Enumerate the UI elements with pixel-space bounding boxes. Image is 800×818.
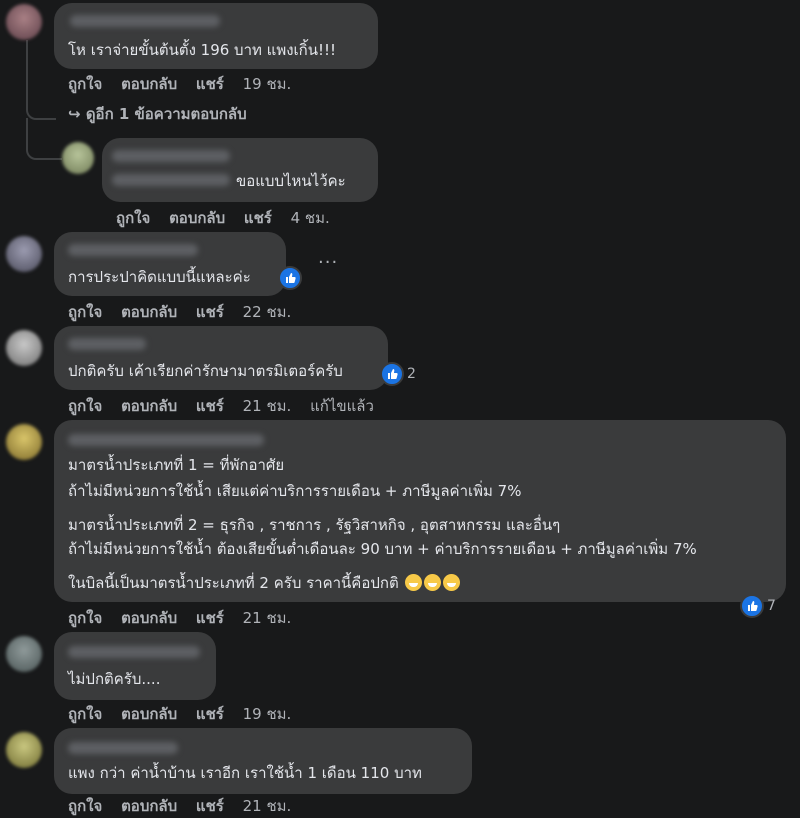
comment-bubble: การประปาคิดแบบนี้แหละค่ะ — [54, 232, 286, 296]
comment-text: ไม่ปกติครับ.... — [68, 670, 161, 688]
comment-text-line: ในบิลนี้เป็นมาตรน้ำประเภทที่ 2 ครับ ราคา… — [68, 572, 461, 594]
avatar[interactable] — [6, 4, 42, 40]
reply-button[interactable]: ตอบกลับ — [121, 705, 177, 723]
reaction-number: 7 — [767, 598, 776, 614]
commenter-name[interactable] — [112, 174, 230, 186]
like-button[interactable]: ถูกใจ — [68, 397, 102, 415]
commenter-name[interactable] — [68, 742, 178, 754]
thread-line — [26, 118, 62, 160]
timestamp[interactable]: 19 ชม. — [243, 75, 292, 93]
comment-text: การประปาคิดแบบนี้แหละค่ะ — [68, 268, 251, 286]
comment-actions: ถูกใจ ตอบกลับ แชร์ 22 ชม. — [68, 300, 305, 324]
reply-arrow-icon: ↪ — [68, 105, 81, 123]
timestamp[interactable]: 19 ชม. — [243, 705, 292, 723]
like-button[interactable]: ถูกใจ — [68, 75, 102, 93]
comment-text-line: มาตรน้ำประเภทที่ 1 = ที่พักอาศัย — [68, 456, 285, 474]
commenter-name[interactable] — [70, 15, 220, 27]
like-button[interactable]: ถูกใจ — [68, 609, 102, 627]
comment-bubble: โห เราจ่ายขั้นต้นตั้ง 196 บาท แพงเกิ้น!!… — [54, 3, 378, 69]
timestamp[interactable]: 22 ชม. — [243, 303, 292, 321]
comment-actions: ถูกใจ ตอบกลับ แชร์ 21 ชม. แก้ไขแล้ว — [68, 394, 388, 418]
avatar[interactable] — [6, 236, 42, 272]
comment-text: ปกติครับ เค้าเรียกค่ารักษามาตรมิเตอร์ครั… — [68, 362, 343, 380]
thread-line — [26, 40, 56, 120]
comment-text: แพง กว่า ค่าน้ำบ้าน เราอีก เราใช้น้ำ 1 เ… — [68, 764, 422, 782]
comment-actions: ถูกใจ ตอบกลับ แชร์ 21 ชม. — [68, 606, 305, 630]
comment-text-line: ถ้าไม่มีหน่วยการใช้น้ำ เสียแต่ค่าบริการร… — [68, 482, 522, 500]
share-button[interactable]: แชร์ — [196, 75, 224, 93]
reply-button[interactable]: ตอบกลับ — [121, 609, 177, 627]
reply-button[interactable]: ตอบกลับ — [121, 75, 177, 93]
share-button[interactable]: แชร์ — [196, 705, 224, 723]
like-reaction-icon — [278, 266, 302, 290]
comment-bubble: แพง กว่า ค่าน้ำบ้าน เราอีก เราใช้น้ำ 1 เ… — [54, 728, 472, 794]
avatar[interactable] — [6, 330, 42, 366]
timestamp[interactable]: 21 ชม. — [243, 397, 292, 415]
reaction-count[interactable]: 7 — [740, 594, 776, 618]
grin-emoji-icon — [405, 574, 423, 591]
comment-bubble: ไม่ปกติครับ.... — [54, 632, 216, 700]
share-button[interactable]: แชร์ — [196, 797, 224, 815]
share-button[interactable]: แชร์ — [196, 609, 224, 627]
comment-actions: ถูกใจ ตอบกลับ แชร์ 19 ชม. — [68, 72, 305, 96]
avatar[interactable] — [62, 142, 94, 174]
reaction-number: 2 — [407, 366, 416, 382]
comment-actions: ถูกใจ ตอบกลับ แชร์ 19 ชม. — [68, 702, 305, 726]
reply-button[interactable]: ตอบกลับ — [169, 209, 225, 227]
comment-bubble: ขอแบบไหนไว้คะ — [102, 138, 378, 202]
reaction-count[interactable]: 2 — [380, 362, 416, 386]
comment-bubble: ปกติครับ เค้าเรียกค่ารักษามาตรมิเตอร์ครั… — [54, 326, 388, 390]
like-button[interactable]: ถูกใจ — [116, 209, 150, 227]
comment-bubble: มาตรน้ำประเภทที่ 1 = ที่พักอาศัย ถ้าไม่ม… — [54, 420, 786, 602]
view-more-replies[interactable]: ↪ ดูอีก 1 ข้อความตอบกลับ — [68, 102, 247, 126]
commenter-name[interactable] — [112, 150, 230, 162]
like-button[interactable]: ถูกใจ — [68, 797, 102, 815]
commenter-name[interactable] — [68, 434, 264, 446]
share-button[interactable]: แชร์ — [196, 303, 224, 321]
share-button[interactable]: แชร์ — [244, 209, 272, 227]
grin-emoji-icon — [424, 574, 442, 591]
timestamp[interactable]: 21 ชม. — [243, 609, 292, 627]
reply-button[interactable]: ตอบกลับ — [121, 303, 177, 321]
comment-actions: ถูกใจ ตอบกลับ แชร์ 21 ชม. — [68, 794, 305, 818]
view-more-label: ดูอีก 1 ข้อความตอบกลับ — [85, 105, 247, 123]
comment-text: โห เราจ่ายขั้นต้นตั้ง 196 บาท แพงเกิ้น!!… — [68, 41, 337, 59]
comment-text: ขอแบบไหนไว้คะ — [236, 172, 346, 190]
avatar[interactable] — [6, 732, 42, 768]
grin-emoji-icon — [443, 574, 461, 591]
avatar[interactable] — [6, 424, 42, 460]
reaction-count[interactable] — [278, 266, 302, 290]
commenter-name[interactable] — [68, 646, 200, 658]
timestamp[interactable]: 21 ชม. — [243, 797, 292, 815]
comment-text: ในบิลนี้เป็นมาตรน้ำประเภทที่ 2 ครับ ราคา… — [68, 574, 399, 592]
commenter-name[interactable] — [68, 244, 198, 256]
avatar[interactable] — [6, 636, 42, 672]
share-button[interactable]: แชร์ — [196, 397, 224, 415]
comment-actions: ถูกใจ ตอบกลับ แชร์ 4 ชม. — [116, 206, 344, 230]
like-reaction-icon — [380, 362, 404, 386]
reply-button[interactable]: ตอบกลับ — [121, 397, 177, 415]
edited-label[interactable]: แก้ไขแล้ว — [310, 397, 374, 415]
reply-button[interactable]: ตอบกลับ — [121, 797, 177, 815]
comment-text-line: มาตรน้ำประเภทที่ 2 = ธุรกิจ , ราชการ , ร… — [68, 516, 561, 534]
timestamp[interactable]: 4 ชม. — [291, 209, 330, 227]
comment-text-line: ถ้าไม่มีหน่วยการใช้น้ำ ต้องเสียขั้นต่ำเด… — [68, 540, 697, 558]
commenter-name[interactable] — [68, 338, 146, 350]
like-reaction-icon — [740, 594, 764, 618]
like-button[interactable]: ถูกใจ — [68, 705, 102, 723]
more-options-icon[interactable]: ··· — [318, 252, 338, 273]
like-button[interactable]: ถูกใจ — [68, 303, 102, 321]
